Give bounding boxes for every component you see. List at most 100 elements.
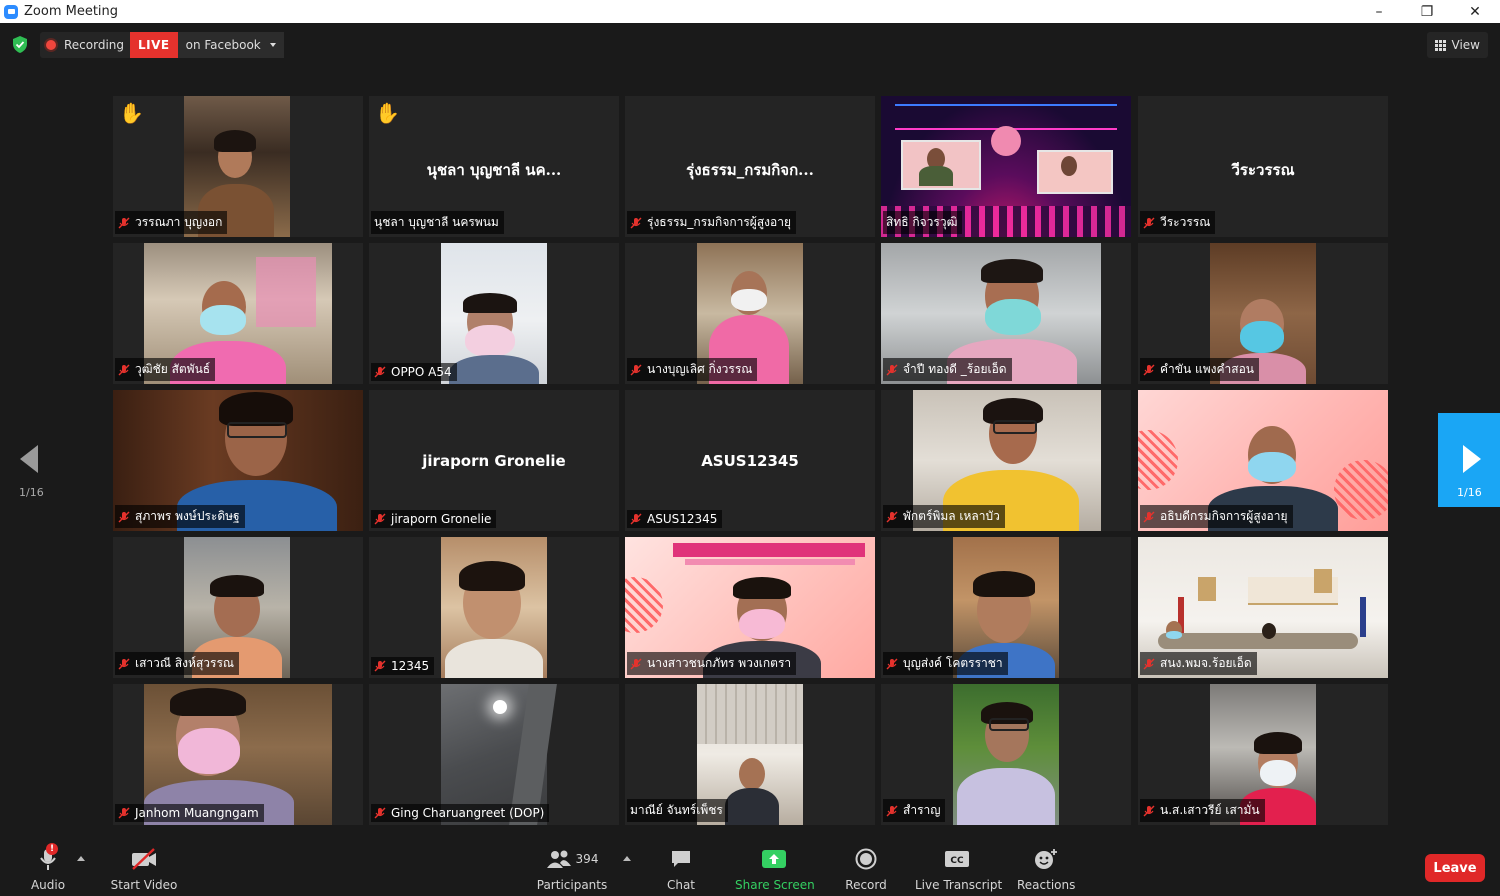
participant-name: Ging Charuangreet (DOP) — [391, 806, 545, 820]
raised-hand-icon: ✋ — [119, 101, 144, 125]
mic-muted-icon — [1143, 364, 1155, 375]
participant-name-label: น.ส.เสาวรีย์ เสามั่น — [1140, 799, 1265, 822]
live-target[interactable]: on Facebook — [177, 32, 284, 58]
mic-muted-icon — [630, 658, 642, 669]
participant-tile[interactable]: คำขัน แพงคำสอน — [1138, 243, 1388, 384]
participant-tile[interactable]: รุ่งธรรม_กรมกิจก... รุ่งธรรม_กรมกิจการผู… — [625, 96, 875, 237]
raised-hand-icon: ✋ — [375, 101, 400, 125]
participant-count: 394 — [575, 852, 599, 866]
participant-name-label: มาณีย์ จันทร์เพ็ชร — [627, 799, 728, 822]
participant-name-label: รุ่งธรรม_กรมกิจการผู้สูงอายุ — [627, 211, 796, 234]
participant-name: มาณีย์ จันทร์เพ็ชร — [630, 803, 723, 817]
participant-name: นางบุญเลิศ กิ่งวรรณ — [647, 362, 753, 376]
mic-muted-icon — [118, 364, 130, 375]
participant-tile[interactable]: OPPO A54 — [369, 243, 619, 384]
leave-button[interactable]: Leave — [1425, 854, 1485, 882]
view-button[interactable]: View — [1426, 32, 1488, 58]
audio-label: Audio — [30, 878, 66, 892]
participant-name: jiraporn Gronelie — [391, 512, 492, 526]
participant-tile[interactable]: เสาวณี สิงห์สุวรรณ — [113, 537, 363, 678]
next-page-button[interactable]: 1/16 — [1438, 413, 1500, 507]
maximize-button[interactable]: ❐ — [1404, 0, 1450, 23]
participant-tile[interactable]: น.ส.เสาวรีย์ เสามั่น — [1138, 684, 1388, 825]
record-button[interactable]: Record — [844, 846, 888, 892]
participant-name: คำขัน แพงคำสอน — [1160, 362, 1254, 376]
previous-page-button[interactable]: 1/16 — [12, 440, 50, 510]
participant-tile[interactable]: มาณีย์ จันทร์เพ็ชร — [625, 684, 875, 825]
reactions-button[interactable]: Reactions — [1017, 846, 1075, 892]
participant-name-label: Janhom Muangngam — [115, 804, 264, 822]
mic-muted-icon — [1143, 805, 1155, 816]
participant-tile[interactable]: อธิบดีกรมกิจการผู้สูงอายุ — [1138, 390, 1388, 531]
audio-button[interactable]: ! Audio — [28, 843, 68, 892]
participant-name: พักตร์พิมล เหลาบัว — [903, 509, 1000, 523]
participant-tile[interactable]: สนง.พมจ.ร้อยเอ็ด — [1138, 537, 1388, 678]
start-video-button[interactable]: Start Video — [110, 846, 178, 892]
participant-tile[interactable]: Ging Charuangreet (DOP) — [369, 684, 619, 825]
participant-tile[interactable]: ✋ นุชลา บุญชาลี นค... นุชลา บุญชาลี นครพ… — [369, 96, 619, 237]
participant-name: อธิบดีกรมกิจการผู้สูงอายุ — [1160, 509, 1288, 523]
participant-tile[interactable]: สำราญ — [881, 684, 1131, 825]
participant-name-label: นุชลา บุญชาลี นครพนม — [371, 211, 504, 234]
participant-name: เสาวณี สิงห์สุวรรณ — [135, 656, 235, 670]
recording-indicator[interactable]: Recording — [40, 32, 133, 58]
window-titlebar: Zoom Meeting – ❐ ✕ — [0, 0, 1500, 23]
participant-name: นางสาวชนกภัทร พวงเกตรา — [647, 656, 792, 670]
close-button[interactable]: ✕ — [1452, 0, 1498, 23]
minimize-button[interactable]: – — [1356, 0, 1402, 23]
mic-muted-icon — [374, 366, 386, 378]
participant-video — [441, 243, 547, 384]
participant-name-label: jiraporn Gronelie — [371, 510, 497, 528]
live-target-label: on Facebook — [185, 38, 261, 52]
participant-tile[interactable]: jiraporn Gronelie jiraporn Gronelie — [369, 390, 619, 531]
mic-muted-icon — [886, 658, 898, 669]
participant-display-name: jiraporn Gronelie — [422, 452, 566, 470]
participant-tile[interactable]: Janhom Muangngam — [113, 684, 363, 825]
participant-name-label: 12345 — [371, 657, 435, 675]
participant-name: บุญส่งค์ โคตรราชา — [903, 656, 1003, 670]
participant-name: น.ส.เสาวรีย์ เสามั่น — [1160, 803, 1260, 817]
participant-name-label: คำขัน แพงคำสอน — [1140, 358, 1259, 381]
participant-name-label: สิทธิ กิจวรวุฒิ — [883, 211, 963, 234]
participant-tile[interactable]: วุฒิชัย สัตพันธ์ — [113, 243, 363, 384]
participant-name-label: วุฒิชัย สัตพันธ์ — [115, 358, 216, 381]
participant-tile[interactable]: จำปี ทองดี _ร้อยเอ็ด — [881, 243, 1131, 384]
participant-name: สนง.พมจ.ร้อยเอ็ด — [1160, 656, 1252, 670]
audio-alert-badge: ! — [46, 843, 58, 855]
view-label: View — [1451, 38, 1480, 52]
participants-options-chevron-up-icon[interactable] — [623, 856, 631, 861]
start-video-label: Start Video — [110, 878, 178, 892]
active-speaker-tile[interactable]: สิทธิ กิจวรวุฒิ — [881, 96, 1131, 237]
reactions-label: Reactions — [1017, 878, 1076, 892]
live-stream-indicator[interactable]: LIVE on Facebook — [130, 32, 284, 58]
mic-muted-icon — [886, 511, 898, 522]
mic-muted-icon — [1143, 658, 1155, 669]
mic-muted-icon — [630, 513, 642, 525]
participant-name: สิทธิ กิจวรวุฒิ — [886, 215, 958, 229]
participant-name-label: ASUS12345 — [627, 510, 723, 528]
participant-display-name: นุชลา บุญชาลี นค... — [426, 161, 562, 179]
participant-tile[interactable]: สุภาพร พงษ์ประดิษฐ — [113, 390, 363, 531]
participant-tile[interactable]: นางสาวชนกภัทร พวงเกตรา — [625, 537, 875, 678]
participant-tile[interactable]: 12345 — [369, 537, 619, 678]
participant-tile[interactable]: นางบุญเลิศ กิ่งวรรณ — [625, 243, 875, 384]
chat-button[interactable]: Chat — [661, 846, 701, 892]
live-badge: LIVE — [130, 32, 178, 58]
participant-video — [953, 684, 1059, 825]
participant-tile[interactable]: วีระวรรณ วีระวรรณ — [1138, 96, 1388, 237]
mic-muted-icon — [374, 513, 386, 525]
participant-name: สำราญ — [903, 803, 941, 817]
live-transcript-button[interactable]: CC Live Transcript — [915, 846, 1002, 892]
share-screen-button[interactable]: Share Screen — [735, 846, 815, 892]
audio-options-chevron-up-icon[interactable] — [77, 856, 85, 861]
shield-icon[interactable] — [12, 36, 28, 53]
mic-muted-icon — [374, 807, 386, 819]
participant-tile[interactable]: พักตร์พิมล เหลาบัว — [881, 390, 1131, 531]
participant-name: รุ่งธรรม_กรมกิจการผู้สูงอายุ — [647, 215, 791, 229]
meeting-topbar: Recording LIVE on Facebook View — [0, 23, 1500, 67]
participants-icon — [546, 850, 571, 868]
participants-button[interactable]: 394 Participants — [536, 846, 608, 892]
participant-tile[interactable]: ✋ วรรณภา บุญงอก — [113, 96, 363, 237]
participant-tile[interactable]: บุญส่งค์ โคตรราชา — [881, 537, 1131, 678]
participant-tile[interactable]: ASUS12345 ASUS12345 — [625, 390, 875, 531]
